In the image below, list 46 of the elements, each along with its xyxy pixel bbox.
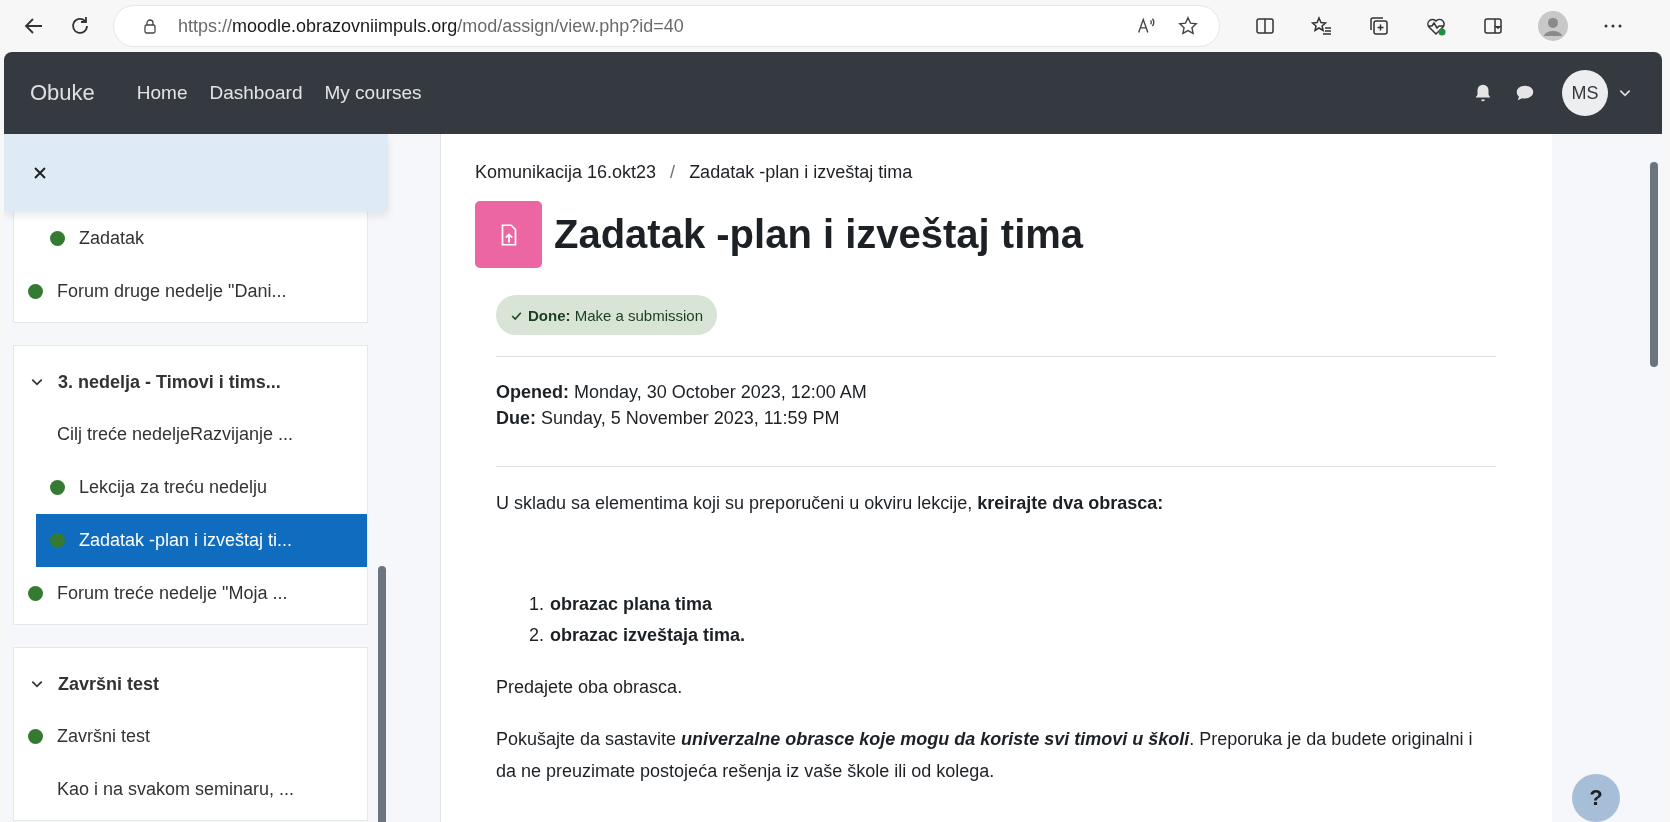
nav-link[interactable]: My courses — [324, 82, 422, 104]
user-avatar[interactable]: MS — [1562, 70, 1608, 116]
breadcrumb-separator: / — [670, 162, 676, 183]
list-number: 1. — [528, 593, 544, 616]
list-number: 2. — [528, 624, 544, 647]
completion-dot-icon — [50, 231, 65, 246]
list-item: obrazac izveštaja tima. — [550, 624, 746, 647]
completion-dot-icon — [28, 729, 43, 744]
paragraph: Predajete oba obrasca. — [496, 676, 684, 699]
course-index-item[interactable]: Cilj treće nedeljeRazvijanje ... — [14, 408, 367, 461]
section-title[interactable]: Završni test — [58, 673, 160, 695]
course-index-item[interactable]: Lekcija za treću nedelju — [36, 461, 367, 514]
course-index-item[interactable]: Zadatak — [36, 212, 367, 265]
lock-icon[interactable] — [142, 18, 158, 34]
address-field[interactable]: https://moodle.obrazovniimpuls.org/mod/assign/view.php?id=40 — [114, 6, 1219, 46]
completion-dot-icon — [28, 586, 43, 601]
date-line: Due: Sunday, 5 November 2023, 11:59 PM — [496, 407, 841, 430]
collections-icon[interactable] — [1367, 14, 1391, 38]
date-line: Opened: Monday, 30 October 2023, 12:00 AM — [496, 381, 868, 404]
completion-dot-icon — [50, 480, 65, 495]
breadcrumb-link[interactable]: Zadatak -plan i izveštaj tima — [689, 162, 913, 183]
page-title: Zadatak -plan i izveštaj tima — [554, 212, 1084, 257]
paragraph: Pokušajte da sastavite univerzalne obrasce koje mogu da koriste svi timovi u školi. Preporuka je da budete originalni i da ne preuzimate postojeća rešenja iz vaše škole ili od kolega. — [496, 728, 1474, 783]
assignment-icon — [475, 201, 542, 268]
star-icon[interactable] — [1177, 15, 1199, 37]
course-index-item[interactable]: Zadatak -plan i izveštaj ti... — [36, 514, 367, 567]
scrollbar-thumb[interactable] — [1650, 162, 1658, 367]
course-index-item[interactable]: Forum druge nedelje "Dani... — [14, 265, 367, 318]
course-index-item[interactable]: Forum treće nedelje "Moja ... — [14, 567, 367, 620]
intro-paragraph: U skladu sa elementima koji su preporučeni u okviru lekcije, kreirajte dva obrasca: — [496, 492, 1165, 515]
section-title[interactable]: 3. nedelja - Timovi i tims... — [58, 371, 281, 393]
favorites-icon[interactable] — [1310, 14, 1334, 38]
course-index-item[interactable]: Kao i na svakom seminaru, ... — [14, 763, 367, 816]
help-button[interactable]: ? — [1572, 774, 1620, 822]
profile-avatar-icon[interactable] — [1538, 11, 1568, 41]
completion-dot-icon — [50, 533, 65, 548]
course-index-item[interactable]: Završni test — [14, 710, 367, 763]
nav-link[interactable]: Dashboard — [209, 82, 303, 104]
completion-dot-icon — [28, 284, 43, 299]
site-name[interactable]: Obuke — [30, 80, 95, 106]
scrollbar-thumb[interactable] — [378, 566, 386, 822]
nav-link[interactable]: Home — [136, 82, 188, 104]
list-item: obrazac plana tima — [550, 593, 713, 616]
breadcrumb-link[interactable]: Komunikacija 16.okt23 — [475, 162, 657, 183]
completion-badge: Done: Make a submission — [496, 295, 718, 335]
close-icon[interactable] — [32, 165, 48, 181]
